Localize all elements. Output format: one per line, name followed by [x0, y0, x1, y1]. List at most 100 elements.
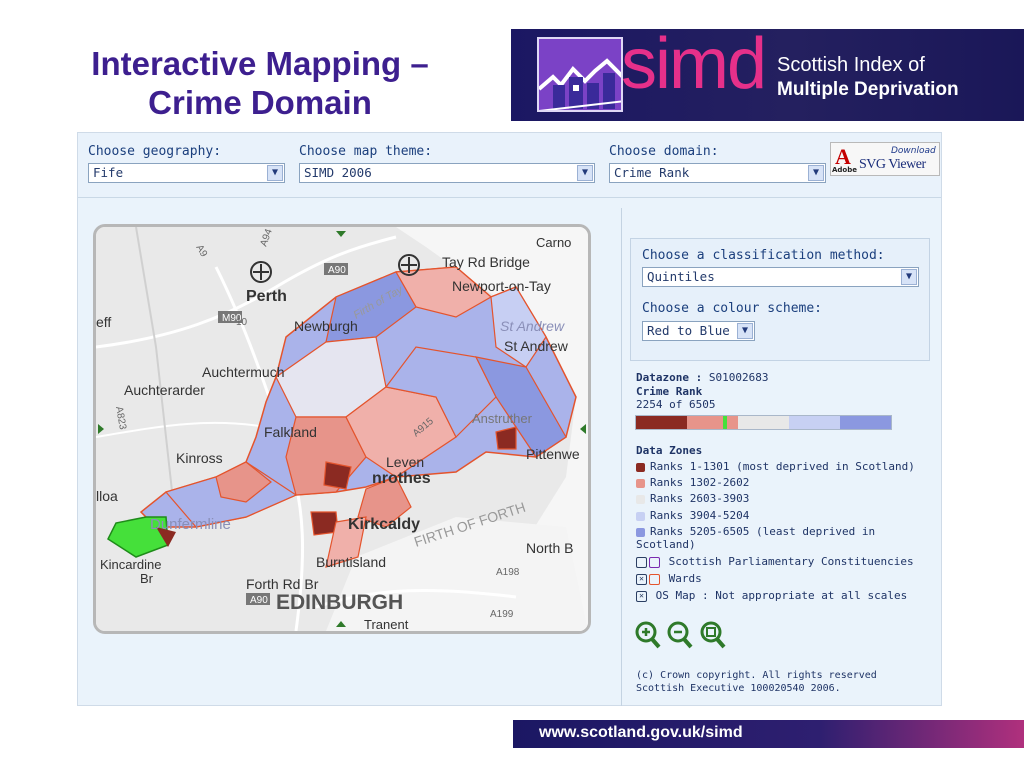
- place-label: Leven: [386, 454, 424, 470]
- place-label: lloa: [96, 488, 118, 504]
- place-label: nrothes: [372, 470, 431, 487]
- method-label: Choose a classification method:: [642, 248, 885, 263]
- place-label: Carno: [536, 235, 571, 250]
- method-value: Quintiles: [647, 269, 715, 284]
- place-label: Kincardine: [100, 557, 161, 572]
- theme-value: SIMD 2006: [304, 165, 372, 180]
- map-viewport[interactable]: Carno Tay Rd Bridge Newport-on-Tay Perth…: [93, 224, 591, 634]
- road-label: A199: [490, 609, 514, 620]
- place-label: North B: [526, 540, 573, 556]
- theme-select[interactable]: SIMD 2006 ▼: [299, 163, 595, 183]
- legend-label: Ranks 2603-3903: [650, 492, 750, 505]
- checkbox-checked[interactable]: ✕: [636, 573, 647, 585]
- rank-label: Crime Rank: [636, 385, 703, 398]
- layer-toggle-os-map[interactable]: ✕ OS Map : Not appropriate at all scales: [636, 589, 907, 602]
- simd-banner: simd Scottish Index of Multiple Deprivat…: [511, 24, 1024, 121]
- place-label: St Andrew: [504, 338, 569, 354]
- place-label: Anstruther: [472, 411, 533, 426]
- legend-item: Ranks 2603-3903: [636, 492, 749, 505]
- airport-icon: [250, 261, 272, 283]
- mapping-app: Choose geography: Fife ▼ Choose map them…: [77, 132, 942, 706]
- legend-label: Ranks 5205-6505 (least deprived in Scotl…: [636, 525, 876, 551]
- svg-viewer-label: SVG Viewer: [859, 157, 926, 172]
- banner-line2: Multiple Deprivation: [777, 79, 959, 100]
- scheme-select[interactable]: Red to Blue ▼: [642, 321, 755, 341]
- banner-line1: Scottish Index of: [777, 54, 925, 76]
- constituency-swatch: [649, 556, 660, 568]
- zoom-out-icon: [667, 621, 693, 649]
- rank-bar-segment: [737, 416, 789, 429]
- checkbox-checked[interactable]: ✕: [636, 590, 647, 602]
- layer-label: Scottish Parliamentary Constituencies: [668, 555, 914, 568]
- simd-wordmark: simd: [621, 24, 767, 104]
- checkbox[interactable]: [636, 556, 647, 568]
- legend-item: Ranks 3904-5204: [636, 509, 749, 522]
- zoom-in-icon: [635, 621, 661, 649]
- geography-select[interactable]: Fife ▼: [88, 163, 285, 183]
- legend-swatch: [636, 494, 645, 504]
- zoom-in-button[interactable]: [635, 621, 661, 649]
- place-label: Kinross: [176, 450, 223, 466]
- place-label: Br: [140, 571, 154, 586]
- simd-houses-logo: [537, 37, 623, 112]
- chevron-down-icon: ▼: [577, 165, 593, 181]
- place-label: EDINBURGH: [276, 591, 403, 614]
- scheme-value: Red to Blue: [647, 323, 730, 338]
- place-label: Auchterarder: [124, 382, 205, 398]
- place-label: Newburgh: [294, 318, 358, 334]
- legend-label: Ranks 3904-5204: [650, 509, 750, 522]
- place-label: Newport-on-Tay: [452, 278, 551, 294]
- rank-bar-segment: [839, 416, 891, 429]
- zoom-out-button[interactable]: [667, 621, 693, 649]
- legend-item: Ranks 5205-6505 (least deprived in Scotl…: [636, 525, 941, 551]
- layer-label: OS Map : Not appropriate at all scales: [655, 589, 908, 602]
- airport-icon: [398, 254, 420, 276]
- zoom-full-extent-button[interactable]: [700, 621, 726, 649]
- legend-label: Ranks 1302-2602: [650, 476, 750, 489]
- datazone-info: Datazone : S01002683: [636, 371, 768, 384]
- layer-toggle-constituencies[interactable]: Scottish Parliamentary Constituencies: [636, 555, 914, 568]
- place-label: Forth Rd Br: [246, 576, 319, 592]
- legend-swatch: [636, 527, 645, 537]
- rank-bar-segment: [788, 416, 840, 429]
- slide-title-line1: Interactive Mapping –: [91, 45, 429, 82]
- footer-bar: www.scotland.gov.uk/simd: [513, 720, 1024, 748]
- chevron-down-icon: ▼: [267, 165, 283, 181]
- domain-label: Choose domain:: [609, 144, 719, 159]
- place-label: Perth: [246, 288, 287, 305]
- legend-heading: Data Zones: [636, 444, 703, 457]
- place-label: eff: [96, 314, 111, 330]
- legend-label: Ranks 1-1301 (most deprived in Scotland): [650, 460, 915, 473]
- copyright-line1: (c) Crown copyright. All rights reserved: [636, 670, 877, 681]
- rank-bar-segment: [726, 416, 738, 429]
- panel-divider: [621, 208, 622, 706]
- legend-swatch: [636, 478, 645, 488]
- domain-select[interactable]: Crime Rank ▼: [609, 163, 826, 183]
- place-label: Falkland: [264, 424, 317, 440]
- place-label: Tay Rd Bridge: [442, 254, 530, 270]
- place-label: Kirkcaldy: [348, 516, 420, 533]
- method-select[interactable]: Quintiles ▼: [642, 267, 919, 287]
- map-toolbar: Choose geography: Fife ▼ Choose map them…: [78, 133, 941, 198]
- legend-item: Ranks 1-1301 (most deprived in Scotland): [636, 460, 915, 473]
- place-label: Pittenwe: [526, 446, 580, 462]
- ward-swatch: [649, 573, 660, 585]
- road-label: 10: [236, 317, 248, 328]
- copyright-line2: Scottish Executive 100020540 2006.: [636, 683, 841, 694]
- legend-swatch: [636, 511, 645, 521]
- rank-position-bar: [635, 415, 892, 430]
- road-label: A90: [250, 595, 268, 606]
- download-label: Download: [891, 146, 936, 156]
- domain-value: Crime Rank: [614, 165, 690, 180]
- layer-toggle-wards[interactable]: ✕ Wards: [636, 572, 702, 585]
- place-label: Auchtermuch: [202, 364, 284, 380]
- classification-panel: Choose a classification method: Quintile…: [630, 238, 930, 361]
- download-svg-viewer-button[interactable]: A Adobe Download SVG Viewer: [830, 142, 940, 176]
- footer-url[interactable]: www.scotland.gov.uk/simd: [539, 724, 743, 742]
- place-label: St Andrew: [500, 318, 565, 334]
- scheme-label: Choose a colour scheme:: [642, 301, 823, 316]
- road-label: A90: [328, 265, 346, 276]
- layer-label: Wards: [668, 572, 702, 585]
- geography-label: Choose geography:: [88, 144, 222, 159]
- rank-text: 2254 of 6505: [636, 398, 716, 411]
